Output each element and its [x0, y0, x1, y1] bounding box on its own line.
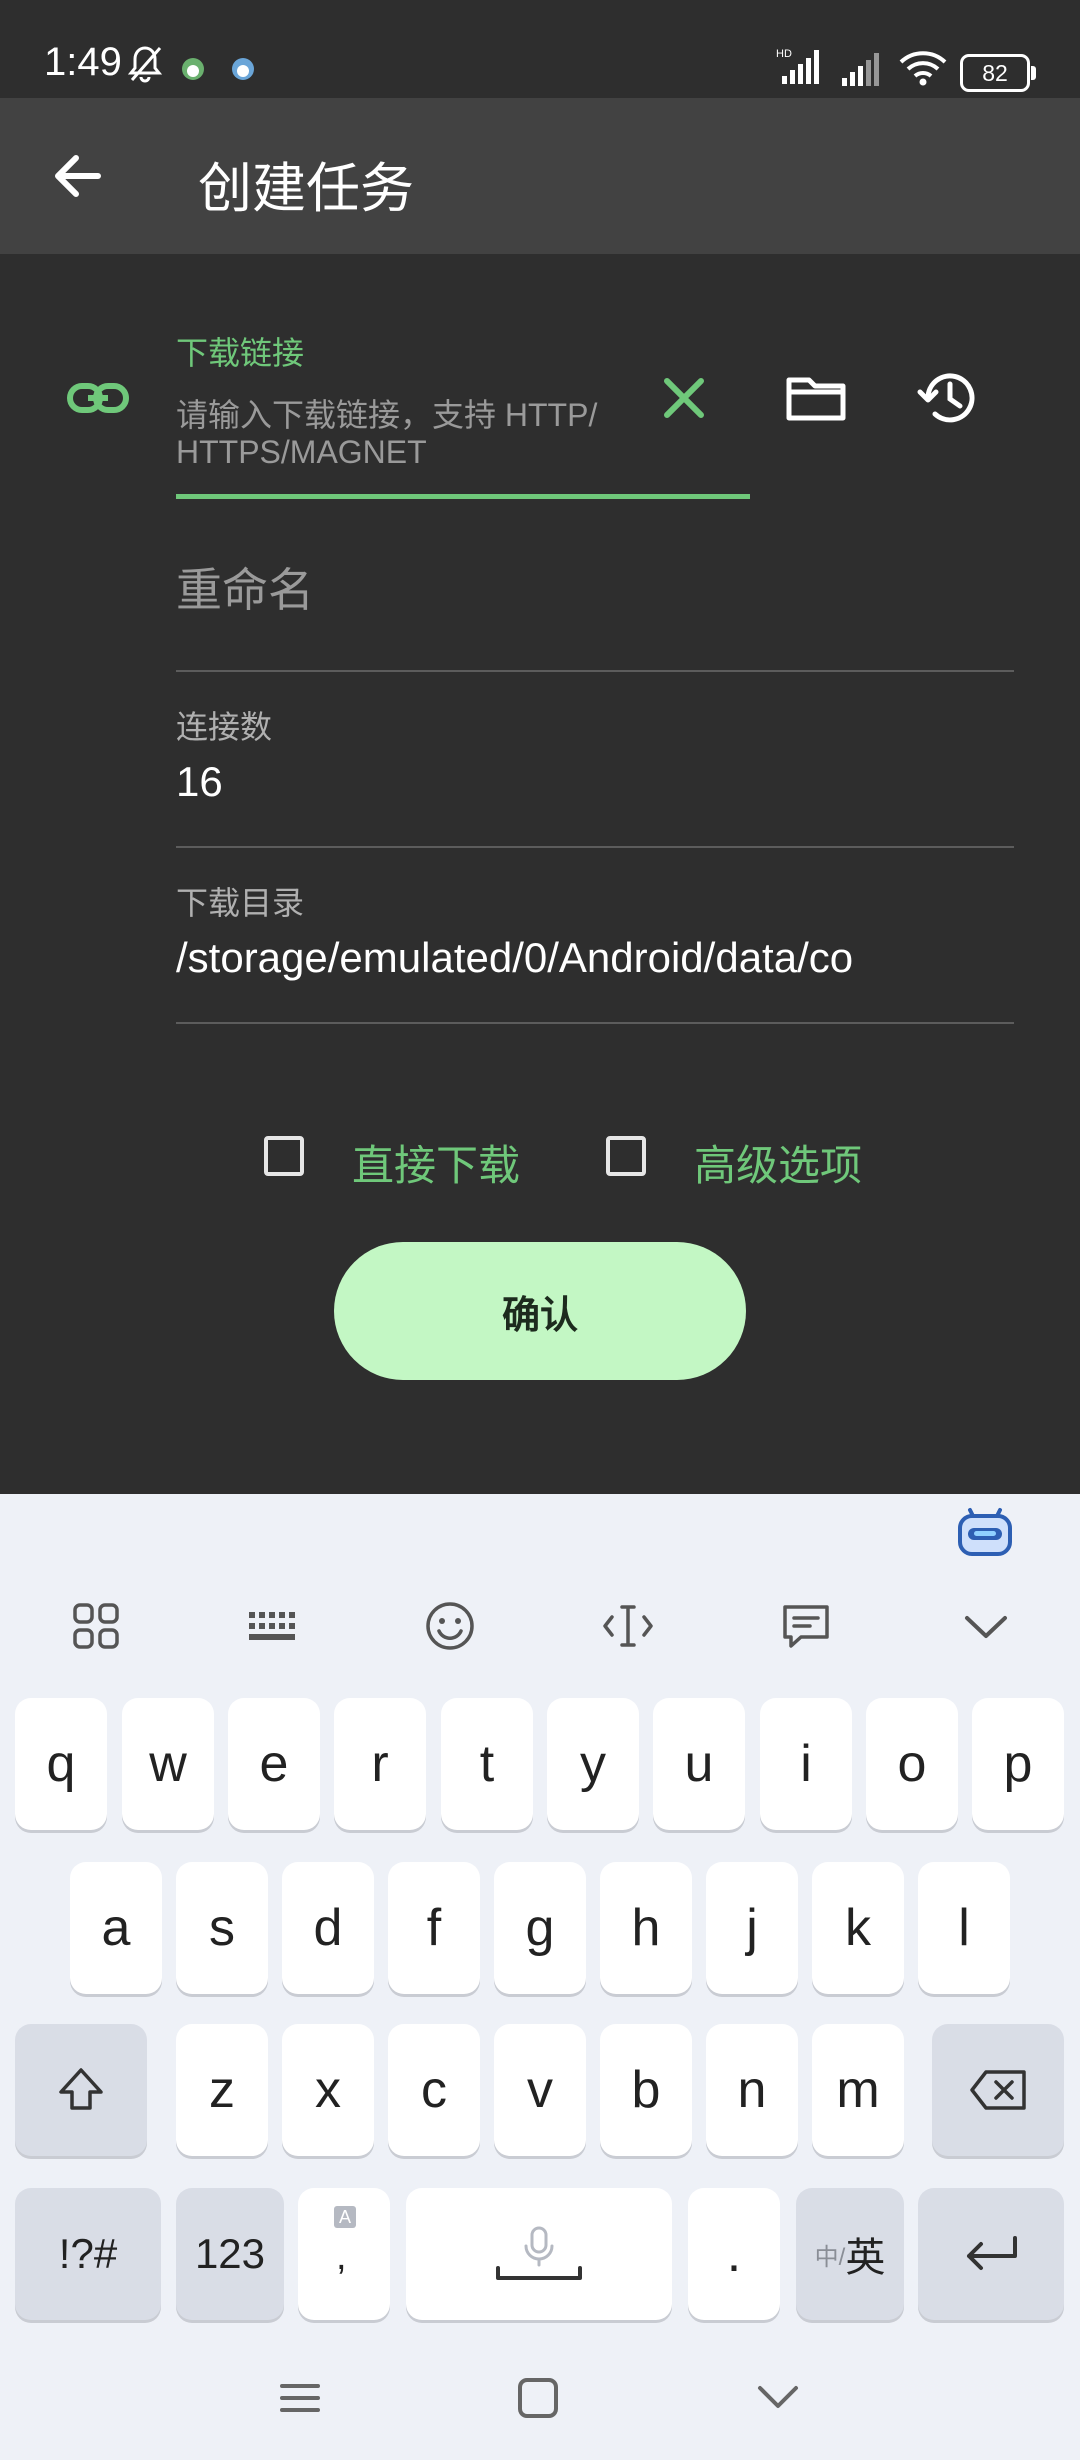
backspace-key[interactable]	[932, 2024, 1064, 2156]
clear-button[interactable]	[646, 360, 722, 436]
assistant-robot-icon[interactable]	[956, 1500, 1014, 1558]
key-n[interactable]: n	[706, 2024, 798, 2156]
key-m[interactable]: m	[812, 2024, 904, 2156]
status-time: 1:49	[44, 40, 122, 84]
keyboard-layout-icon[interactable]	[240, 1594, 304, 1658]
key-c[interactable]: c	[388, 2024, 480, 2156]
app-notification-icon	[180, 56, 206, 87]
direct-download-label[interactable]: 直接下载	[352, 1132, 520, 1193]
download-link-underline	[176, 494, 750, 499]
download-dir-underline	[176, 1022, 1014, 1024]
advanced-options-label[interactable]: 高级选项	[694, 1132, 862, 1193]
emoji-icon[interactable]	[418, 1594, 482, 1658]
page-title: 创建任务	[198, 159, 414, 219]
battery-indicator: 82	[960, 54, 1036, 92]
key-j[interactable]: j	[706, 1862, 798, 1994]
back-chevron-icon[interactable]	[748, 2368, 808, 2428]
advanced-options-checkbox[interactable]	[606, 1136, 646, 1176]
app-notification-icon	[230, 56, 256, 87]
mute-bell-icon	[126, 44, 164, 89]
chevron-down-icon[interactable]	[954, 1594, 1018, 1658]
comma-key-label: ,	[336, 2236, 347, 2278]
key-b[interactable]: b	[600, 2024, 692, 2156]
key-d[interactable]: d	[282, 1862, 374, 1994]
rename-placeholder: 重命名	[176, 564, 314, 616]
key-g[interactable]: g	[494, 1862, 586, 1994]
confirm-button[interactable]: 确认	[334, 1242, 746, 1380]
key-a[interactable]: a	[70, 1862, 162, 1994]
key-u[interactable]: u	[653, 1698, 745, 1830]
folder-icon	[786, 377, 846, 421]
key-i[interactable]: i	[760, 1698, 852, 1830]
close-icon	[664, 378, 704, 418]
enter-arrow-icon	[967, 2236, 1017, 2270]
period-key[interactable]: .	[688, 2188, 780, 2320]
back-button[interactable]	[40, 138, 116, 214]
backspace-icon	[970, 2070, 1026, 2110]
link-icon	[66, 366, 130, 435]
key-e[interactable]: e	[228, 1698, 320, 1830]
cursor-move-icon[interactable]	[596, 1594, 660, 1658]
key-y[interactable]: y	[547, 1698, 639, 1830]
download-link-placeholder-line1: 请输入下载链接，支持 HTTP/	[176, 397, 598, 433]
svg-text:HD: HD	[776, 48, 792, 60]
key-o[interactable]: o	[866, 1698, 958, 1830]
connections-underline	[176, 846, 1014, 848]
arrow-left-icon	[55, 155, 101, 197]
direct-download-checkbox[interactable]	[264, 1136, 304, 1176]
enter-key[interactable]	[918, 2188, 1064, 2320]
language-switch-key[interactable]: 中/英	[796, 2188, 904, 2320]
comma-key-hint: A	[334, 2206, 356, 2228]
apps-grid-icon[interactable]	[64, 1594, 128, 1658]
connections-input[interactable]: 16	[176, 758, 1014, 806]
app-bar: 创建任务	[0, 98, 1080, 254]
download-link-placeholder-line2: HTTPS/MAGNET	[176, 434, 427, 470]
microphone-icon	[496, 2226, 582, 2280]
connections-label: 连接数	[176, 709, 273, 745]
download-link-label: 下载链接	[176, 335, 305, 371]
key-k[interactable]: k	[812, 1862, 904, 1994]
comma-key[interactable]: A ,	[298, 2188, 390, 2320]
history-button[interactable]	[910, 360, 986, 436]
key-x[interactable]: x	[282, 2024, 374, 2156]
wifi-icon	[898, 50, 948, 91]
key-h[interactable]: h	[600, 1862, 692, 1994]
browse-file-button[interactable]	[778, 360, 854, 436]
rename-underline	[176, 670, 1014, 672]
numbers-key[interactable]: 123	[176, 2188, 284, 2320]
rename-input[interactable]: 重命名	[176, 550, 1014, 670]
signal-strength-icon	[840, 50, 886, 91]
key-q[interactable]: q	[15, 1698, 107, 1830]
key-l[interactable]: l	[918, 1862, 1010, 1994]
home-square-icon[interactable]	[508, 2368, 568, 2428]
symbols-key[interactable]: !?#	[15, 2188, 161, 2320]
key-v[interactable]: v	[494, 2024, 586, 2156]
language-key-main: 英	[845, 2236, 886, 2280]
history-icon	[917, 373, 975, 423]
key-s[interactable]: s	[176, 1862, 268, 1994]
status-bar: 1:49 HD 82	[0, 0, 1080, 98]
key-t[interactable]: t	[441, 1698, 533, 1830]
shift-key[interactable]	[15, 2024, 147, 2156]
clipboard-message-icon[interactable]	[774, 1594, 838, 1658]
download-dir-label: 下载目录	[176, 885, 305, 921]
language-key-small: 中/	[814, 2243, 846, 2271]
menu-icon[interactable]	[270, 2368, 330, 2428]
key-f[interactable]: f	[388, 1862, 480, 1994]
key-r[interactable]: r	[334, 1698, 426, 1830]
signal-strength-icon: HD	[776, 46, 826, 91]
download-dir-input[interactable]: /storage/emulated/0/Android/data/co	[176, 934, 1014, 982]
key-z[interactable]: z	[176, 2024, 268, 2156]
download-link-input[interactable]: 请输入下载链接，支持 HTTP/ HTTPS/MAGNET	[176, 390, 636, 490]
key-p[interactable]: p	[972, 1698, 1064, 1830]
key-w[interactable]: w	[122, 1698, 214, 1830]
shift-arrow-icon	[59, 2068, 103, 2110]
space-key[interactable]	[406, 2188, 672, 2320]
